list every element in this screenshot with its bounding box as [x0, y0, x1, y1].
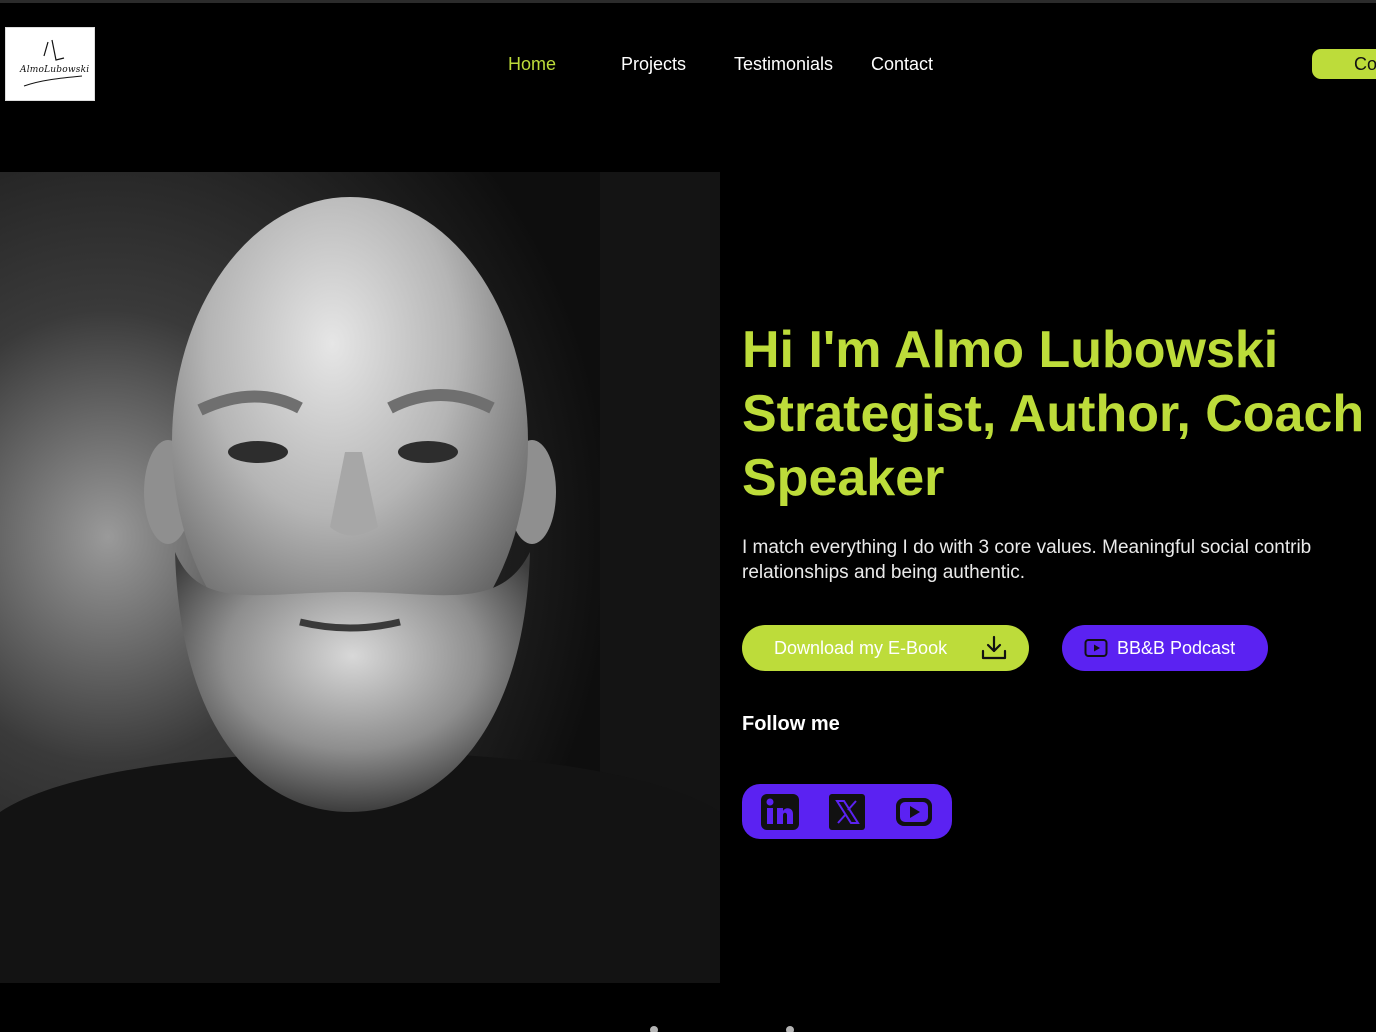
podcast-button[interactable]: BB&B Podcast	[1062, 625, 1268, 671]
linkedin-icon[interactable]	[760, 792, 800, 832]
headline-line-1: Hi I'm Almo Lubowski	[742, 321, 1279, 379]
download-ebook-button[interactable]: Download my E-Book	[742, 625, 1029, 671]
download-icon	[981, 635, 1007, 660]
nav-item-projects[interactable]: Projects	[621, 52, 686, 76]
nav-item-contact[interactable]: Contact	[871, 52, 933, 76]
window-top-border	[0, 0, 1376, 3]
headline-line-2: Strategist, Author, Coach	[742, 385, 1365, 443]
nav-item-home[interactable]: Home	[508, 52, 556, 76]
hero-headline: Hi I'm Almo Lubowski Strategist, Author,…	[742, 318, 1376, 510]
hero-intro: I match everything I do with 3 core valu…	[742, 535, 1376, 585]
follow-me-label: Follow me	[742, 713, 840, 735]
intro-line-1: I match everything I do with 3 core valu…	[742, 537, 1312, 558]
play-icon	[1084, 639, 1108, 657]
headline-line-3: Speaker	[742, 449, 945, 507]
youtube-icon[interactable]	[894, 792, 934, 832]
podcast-button-label: BB&B Podcast	[1117, 638, 1236, 658]
social-links	[742, 784, 952, 839]
bottom-indicator-dot	[650, 1026, 658, 1032]
nav-item-testimonials[interactable]: Testimonials	[734, 52, 833, 76]
intro-line-2: relationships and being authentic.	[742, 562, 1026, 583]
bottom-indicator-dot	[786, 1026, 794, 1032]
contact-button[interactable]: Co	[1312, 49, 1376, 79]
site-logo[interactable]: AlmoLubowski	[5, 27, 95, 101]
hero-portrait-photo	[0, 172, 720, 983]
ebook-button-label: Download my E-Book	[774, 638, 948, 658]
logo-text: AlmoLubowski	[20, 65, 90, 75]
x-icon[interactable]	[827, 792, 867, 832]
